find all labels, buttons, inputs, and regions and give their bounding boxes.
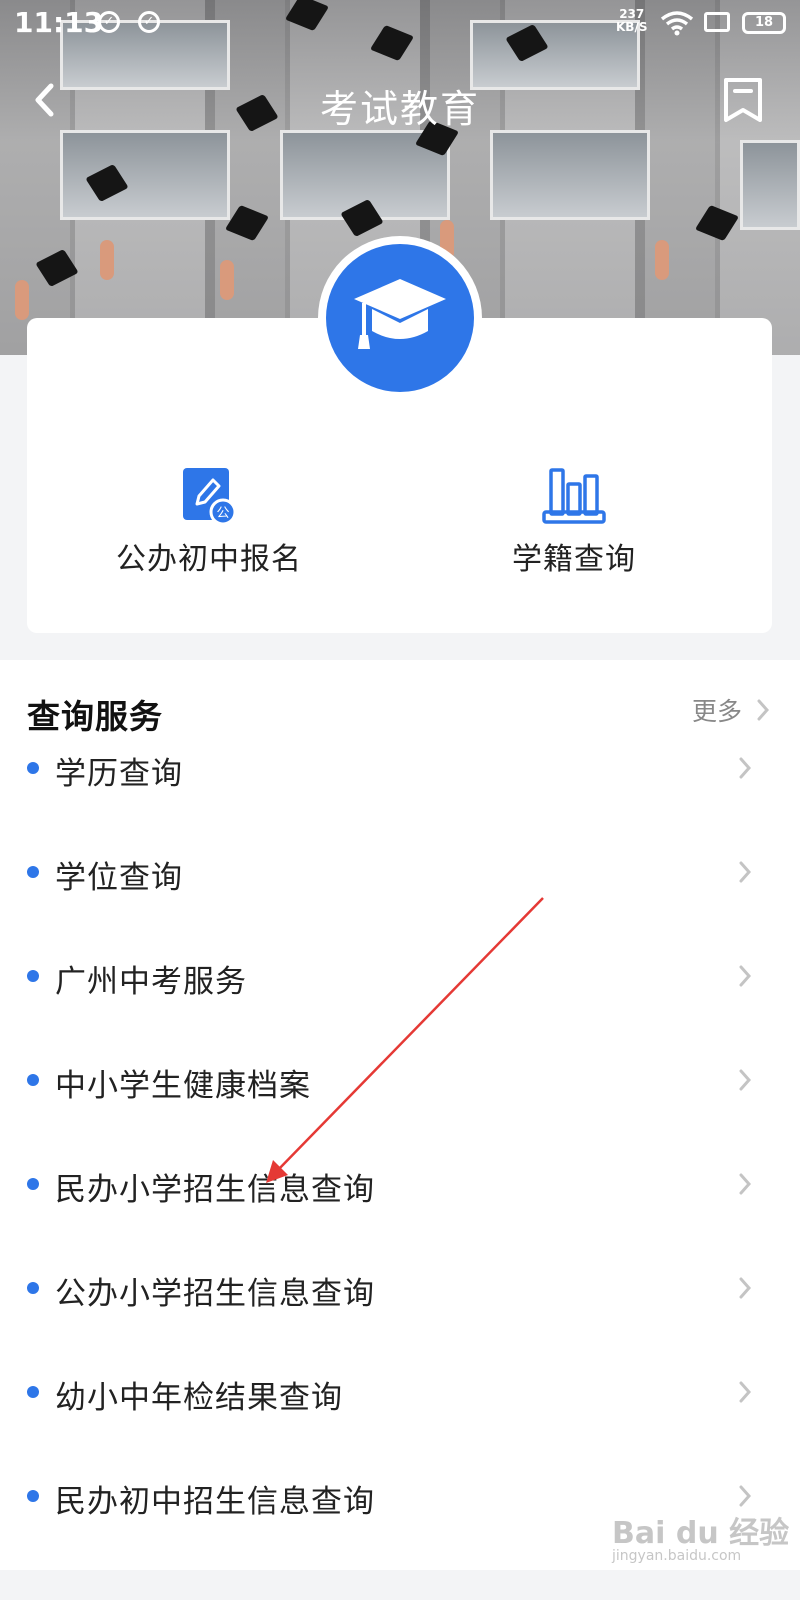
list-item-label: 广州中考服务 xyxy=(55,964,247,1000)
bullet-dot xyxy=(27,1074,39,1086)
list-item[interactable]: 中小学生健康档案 xyxy=(0,1028,800,1132)
bookmark-icon[interactable] xyxy=(720,76,766,124)
list-item[interactable]: 民办小学招生信息查询 xyxy=(0,1132,800,1236)
list-item-label: 民办小学招生信息查询 xyxy=(55,1172,375,1208)
check-circle-icon: ✓ xyxy=(138,11,160,33)
list-item-label: 学历查询 xyxy=(55,756,183,792)
list-item-label: 民办初中招生信息查询 xyxy=(55,1484,375,1520)
battery-indicator: 18 xyxy=(742,12,786,34)
list-item[interactable]: 幼小中年检结果查询 xyxy=(0,1340,800,1444)
network-speed-unit: KB/S xyxy=(616,20,648,34)
check-circle-icon: ✓ xyxy=(98,11,120,33)
bullet-dot xyxy=(27,866,39,878)
svg-text:公: 公 xyxy=(216,506,229,521)
watermark-logo: Bai du 经验 jingyan.baidu.com xyxy=(612,1508,789,1564)
chevron-right-icon xyxy=(739,1277,752,1299)
network-speed: 237 KB/S xyxy=(616,8,647,34)
bullet-dot xyxy=(27,1490,39,1502)
graduation-cap-icon xyxy=(354,279,446,349)
list-item-label: 中小学生健康档案 xyxy=(55,1068,311,1104)
bullet-dot xyxy=(27,1386,39,1398)
bullet-dot xyxy=(27,762,39,774)
chevron-right-icon xyxy=(739,965,752,987)
bottom-divider xyxy=(0,1570,800,1600)
chevron-right-icon xyxy=(739,1069,752,1091)
bar-chart-icon xyxy=(542,468,606,524)
query-services-section: 查询服务 更多 学历查询 学位查询 广州中考服务 中小学生健康档案 民办小学招生… xyxy=(0,660,800,1570)
watermark-text: Bai du 经验 xyxy=(612,1516,790,1551)
page-title: 考试教育 xyxy=(319,87,480,131)
nav-bar: 考试教育 xyxy=(0,60,800,140)
status-bar: 11:13 ✓ ✓ 237 KB/S 18 xyxy=(0,0,800,46)
list-item[interactable]: 学历查询 xyxy=(0,716,800,820)
quick-action-label: 学籍查询 xyxy=(512,542,636,577)
chevron-right-icon xyxy=(739,861,752,883)
list-item[interactable]: 广州中考服务 xyxy=(0,924,800,1028)
status-time: 11:13 xyxy=(14,6,104,39)
screen-icon xyxy=(704,12,730,32)
edit-document-icon: 公 xyxy=(183,468,237,526)
education-logo xyxy=(318,236,482,400)
chevron-right-icon xyxy=(739,757,752,779)
list-item-label: 学位查询 xyxy=(55,860,183,896)
list-item-label: 公办小学招生信息查询 xyxy=(55,1276,375,1312)
bullet-dot xyxy=(27,1282,39,1294)
bullet-dot xyxy=(27,970,39,982)
chevron-right-icon xyxy=(739,1381,752,1403)
wifi-icon xyxy=(660,11,694,36)
chevron-right-icon xyxy=(739,1173,752,1195)
quick-action-student-status[interactable]: 学籍查询 xyxy=(454,466,694,578)
list-item[interactable]: 公办小学招生信息查询 xyxy=(0,1236,800,1340)
quick-action-label: 公办初中报名 xyxy=(116,542,302,577)
list-item-label: 幼小中年检结果查询 xyxy=(55,1380,343,1416)
bullet-dot xyxy=(27,1178,39,1190)
quick-action-public-junior-enroll[interactable]: 公 公办初中报名 xyxy=(89,466,329,578)
list-item[interactable]: 学位查询 xyxy=(0,820,800,924)
chevron-right-icon xyxy=(739,1485,752,1507)
